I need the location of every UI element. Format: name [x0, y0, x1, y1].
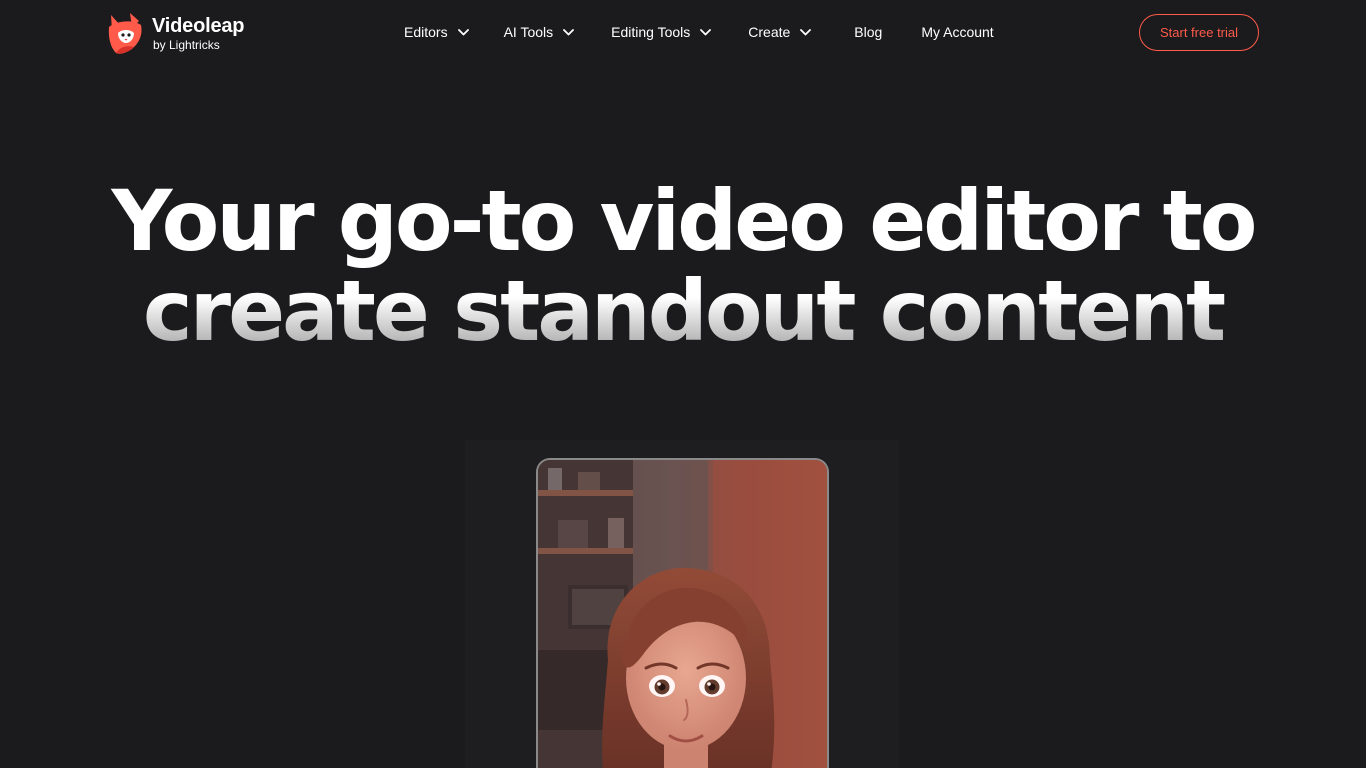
chevron-down-icon — [700, 28, 712, 35]
logo-text: Videoleap by Lightricks — [152, 14, 245, 52]
videoleap-logo-link[interactable]: Videoleap by Lightricks — [106, 10, 245, 56]
main-nav: Editors AI Tools Editing Tools Create Bl… — [404, 0, 994, 64]
nav-item-blog[interactable]: Blog — [854, 0, 882, 64]
brand-subtitle: by Lightricks — [153, 37, 220, 52]
nav-item-label: Editors — [404, 24, 448, 40]
chevron-down-icon — [563, 28, 575, 35]
phone-preview-frame — [536, 458, 829, 768]
nav-item-label: Create — [748, 24, 791, 40]
hero-headline-line-1: Your go-to video editor to — [111, 172, 1258, 270]
site-header: Videoleap by Lightricks Editors AI Tools… — [0, 0, 1366, 64]
nav-item-my-account[interactable]: My Account — [921, 0, 993, 64]
nav-item-label: My Account — [921, 24, 994, 40]
start-free-trial-button[interactable]: Start free trial — [1139, 14, 1259, 51]
nav-item-label: Editing Tools — [611, 24, 691, 40]
hero-headline-line-2: create standout content — [0, 266, 1366, 356]
page: Videoleap by Lightricks Editors AI Tools… — [0, 0, 1366, 768]
chevron-down-icon — [457, 28, 469, 35]
nav-item-editing-tools[interactable]: Editing Tools — [611, 0, 712, 64]
nav-item-ai-tools[interactable]: AI Tools — [504, 0, 575, 64]
nav-item-editors[interactable]: Editors — [404, 0, 469, 64]
animated-avatar-woman-preview — [538, 460, 827, 768]
nav-item-label: AI Tools — [503, 24, 554, 40]
videoleap-fox-logo-icon — [108, 13, 142, 54]
hero-headline: Your go-to video editor to create stando… — [0, 176, 1366, 356]
chevron-down-icon — [800, 28, 812, 35]
brand-name: Videoleap — [152, 14, 245, 37]
nav-item-label: Blog — [854, 24, 883, 40]
nav-item-create[interactable]: Create — [748, 0, 812, 64]
